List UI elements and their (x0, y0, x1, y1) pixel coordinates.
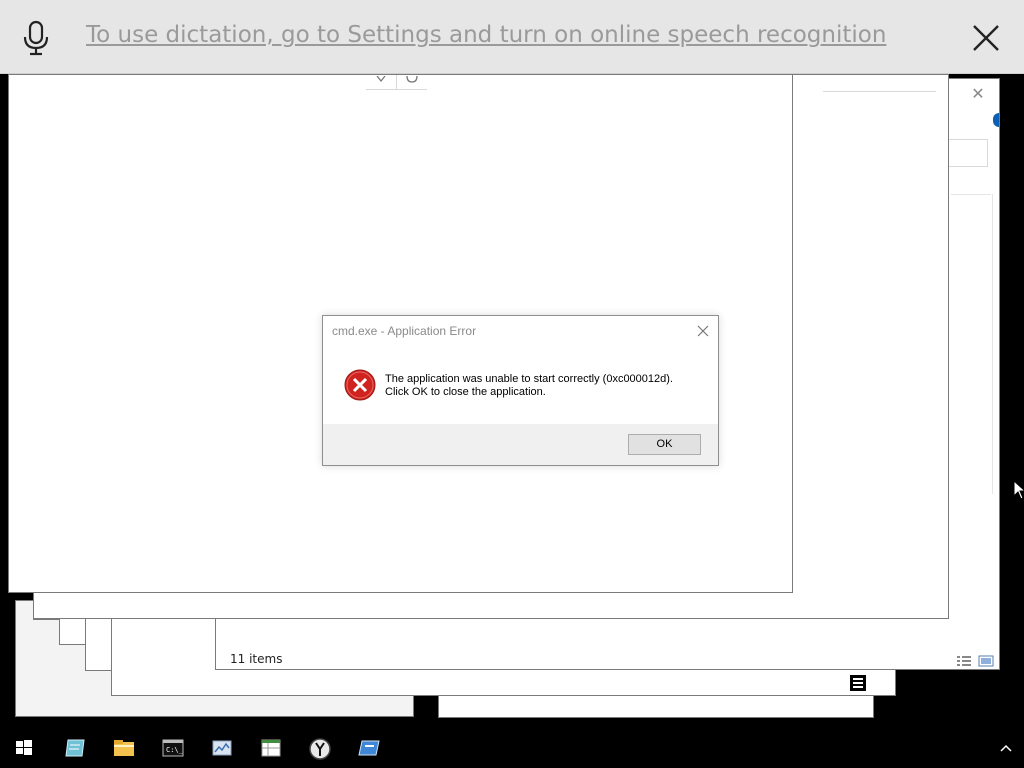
taskbar-spreadsheet[interactable] (246, 728, 294, 768)
windows-start-icon (16, 740, 32, 755)
control-panel-icon (212, 740, 232, 756)
scroll-track[interactable] (992, 194, 993, 494)
middle-window[interactable] (818, 74, 949, 619)
error-dialog: cmd.exe - Application Error The applicat… (322, 315, 719, 466)
taskbar-command-prompt[interactable]: C:\_ (148, 728, 196, 768)
dialog-body: The application was unable to start corr… (323, 346, 718, 424)
show-hidden-icons-button[interactable] (996, 738, 1016, 758)
app-icon (358, 740, 380, 756)
dialog-message: The application was unable to start corr… (385, 373, 673, 399)
dialog-title: cmd.exe - Application Error (332, 324, 477, 338)
details-view-icon[interactable] (956, 652, 972, 666)
dialog-footer: OK (323, 424, 718, 465)
error-icon (344, 369, 376, 401)
taskbar-app[interactable] (344, 728, 392, 768)
ok-button[interactable]: OK (628, 434, 701, 455)
close-dictation-icon[interactable] (970, 22, 1002, 54)
large-icons-view-icon[interactable] (978, 652, 994, 667)
file-explorer-icon (114, 740, 134, 756)
middle-window-field[interactable] (819, 75, 936, 92)
chevron-up-icon (1000, 744, 1012, 752)
dictation-settings-link[interactable]: To use dictation, go to Settings and tur… (86, 22, 886, 48)
desktop: ✕ 11 items To use dictation, go to Setti… (0, 0, 1024, 768)
clock-icon (309, 738, 331, 760)
microphone-icon[interactable] (22, 20, 50, 56)
command-prompt-icon: C:\_ (162, 739, 184, 757)
close-icon[interactable] (693, 321, 713, 341)
start-button[interactable] (0, 728, 48, 768)
dictation-bar: To use dictation, go to Settings and tur… (0, 0, 1024, 74)
toolbar-dropdown-icon[interactable] (366, 75, 397, 90)
dialog-message-line-1: The application was unable to start corr… (385, 373, 673, 385)
close-icon[interactable]: ✕ (968, 84, 988, 104)
separator-line (951, 194, 991, 195)
svg-text:C:\_: C:\_ (166, 746, 184, 754)
spreadsheet-icon (261, 739, 281, 757)
taskbar-control-panel[interactable] (197, 728, 245, 768)
mouse-cursor-icon (1013, 479, 1024, 504)
taskbar-clock[interactable] (295, 728, 343, 768)
taskbar-file-explorer[interactable] (99, 728, 147, 768)
taskbar: C:\_ (0, 728, 1024, 768)
notepad-icon (65, 739, 85, 757)
dialog-message-line-2: Click OK to close the application. (385, 386, 546, 398)
status-item-count: 11 items (230, 652, 283, 666)
view-toggle-icon[interactable] (850, 675, 866, 691)
taskbar-notepad[interactable] (50, 728, 98, 768)
accent-indicator (993, 113, 999, 127)
refresh-icon[interactable] (397, 75, 427, 90)
